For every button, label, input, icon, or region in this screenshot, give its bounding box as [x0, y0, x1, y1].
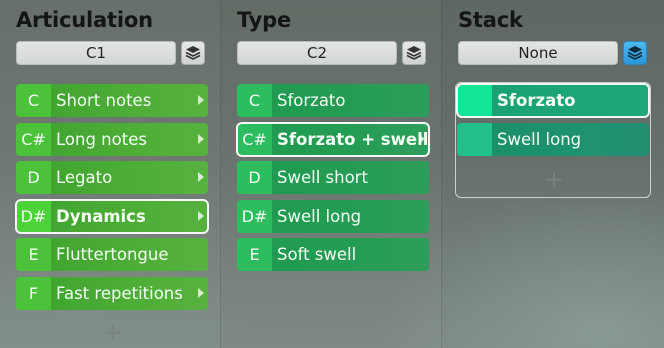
item-label: Sforzato + swell: [277, 129, 429, 149]
item-label: Legato: [56, 168, 113, 187]
stack-item[interactable]: Swell long: [457, 122, 649, 156]
chevron-right-icon[interactable]: [198, 95, 204, 105]
type-item[interactable]: C Sforzato: [237, 84, 429, 117]
articulation-list: C Short notes C# Long notes D Legato D# …: [15, 84, 209, 315]
item-label: Swell short: [277, 168, 368, 187]
articulation-item[interactable]: D Legato: [16, 161, 208, 194]
item-label: Fast repetitions: [56, 283, 183, 303]
articulation-item-selected[interactable]: D# Dynamics: [15, 198, 209, 234]
key-label: F: [16, 276, 51, 310]
key-label: C#: [16, 122, 51, 156]
key-label: C: [237, 84, 272, 117]
articulation-stack-button[interactable]: [181, 41, 205, 65]
type-panel: Type C2 C Sforzato C# Sforzato + swell D…: [221, 0, 442, 348]
stack-item-swatch: [457, 122, 492, 156]
type-item[interactable]: E Soft swell: [237, 238, 429, 271]
type-title: Type: [237, 8, 291, 32]
stack-item-top[interactable]: Sforzato: [456, 83, 650, 118]
item-label: Dynamics: [56, 206, 146, 226]
stack-title: Stack: [458, 8, 523, 32]
type-item[interactable]: D Swell short: [237, 161, 429, 194]
add-articulation-button[interactable]: +: [103, 320, 123, 344]
articulation-item[interactable]: E Fluttertongue: [16, 238, 208, 271]
articulation-channel-select[interactable]: C1: [16, 41, 176, 65]
item-label: Soft swell: [277, 245, 357, 264]
key-label: D#: [237, 199, 272, 233]
chevron-right-icon[interactable]: [419, 133, 425, 144]
key-label: D: [237, 161, 272, 194]
articulation-title: Articulation: [16, 8, 153, 32]
key-label: D: [16, 161, 51, 194]
add-stack-button[interactable]: +: [544, 167, 564, 191]
articulation-item[interactable]: C Short notes: [16, 84, 208, 117]
articulation-panel: Articulation C1 C Short notes C# Long no…: [0, 0, 221, 348]
item-label: Sforzato: [497, 91, 576, 110]
chevron-right-icon[interactable]: [198, 287, 204, 298]
item-label: Short notes: [56, 91, 152, 110]
type-stack-button[interactable]: [402, 41, 426, 65]
articulation-item[interactable]: C# Long notes: [16, 122, 208, 156]
key-label: D#: [16, 199, 51, 233]
chevron-right-icon[interactable]: [198, 210, 204, 221]
articulation-item[interactable]: F Fast repetitions: [16, 276, 208, 310]
stack-layers-icon: [406, 46, 422, 60]
add-type-button[interactable]: +: [324, 282, 344, 306]
key-label: E: [237, 238, 272, 271]
item-label: Long notes: [56, 129, 147, 149]
key-label: C: [16, 84, 51, 117]
item-label: Swell long: [277, 206, 362, 226]
item-label: Fluttertongue: [56, 245, 169, 264]
type-channel-select[interactable]: C2: [237, 41, 397, 65]
chevron-right-icon[interactable]: [198, 133, 204, 144]
type-list: C Sforzato C# Sforzato + swell D Swell s…: [236, 84, 430, 277]
stack-item-swatch: [457, 84, 492, 117]
type-item-selected[interactable]: C# Sforzato + swell: [236, 121, 430, 157]
key-label: C#: [237, 122, 272, 156]
item-label: Sforzato: [277, 91, 346, 110]
stack-mode-button[interactable]: [623, 41, 647, 65]
key-label: E: [16, 238, 51, 271]
type-item[interactable]: D# Swell long: [237, 199, 429, 233]
stack-layers-icon: [185, 46, 201, 60]
stack-list: Sforzato Swell long: [456, 83, 650, 161]
stack-layers-icon: [627, 46, 643, 60]
stack-channel-select[interactable]: None: [458, 41, 618, 65]
item-label: Swell long: [497, 129, 582, 149]
chevron-right-icon[interactable]: [198, 172, 204, 182]
